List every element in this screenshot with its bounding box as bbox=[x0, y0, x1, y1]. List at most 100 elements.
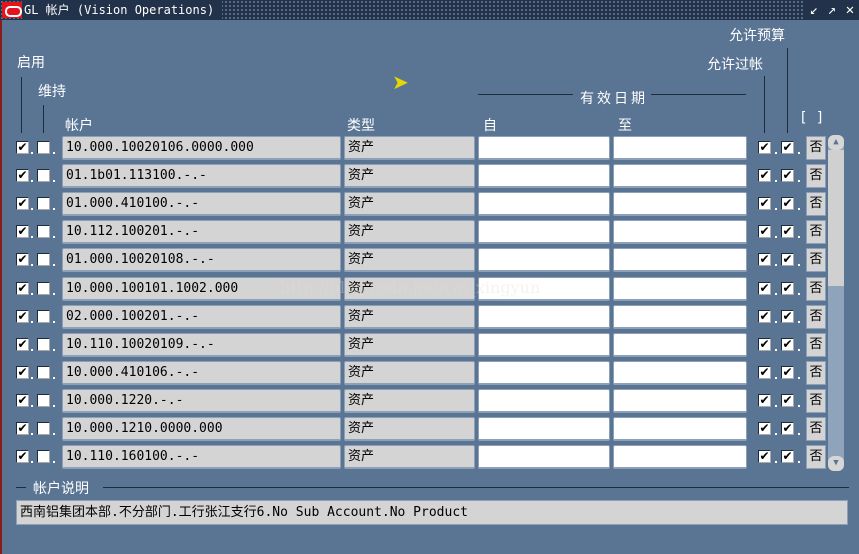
account-field[interactable]: 10.112.100201.-.- bbox=[62, 220, 341, 245]
to-date-field[interactable] bbox=[613, 388, 747, 413]
allow-budget-checkbox[interactable]: ✔ bbox=[781, 281, 794, 295]
enabled-checkbox[interactable]: ✔ bbox=[16, 450, 29, 464]
flag-button[interactable]: 否 bbox=[806, 192, 826, 217]
vertical-scrollbar[interactable]: ▲ ▼ bbox=[828, 135, 844, 471]
enabled-checkbox[interactable]: ✔ bbox=[16, 197, 29, 211]
account-field[interactable]: 01.000.10020108.-.- bbox=[62, 248, 341, 273]
allow-budget-checkbox[interactable]: ✔ bbox=[781, 253, 794, 267]
type-field[interactable]: 资产 bbox=[344, 220, 475, 245]
from-date-field[interactable] bbox=[478, 388, 610, 413]
type-field[interactable]: 资产 bbox=[344, 332, 475, 357]
scroll-down-icon[interactable]: ▼ bbox=[828, 456, 844, 471]
flag-button[interactable]: 否 bbox=[806, 164, 826, 189]
maintain-checkbox[interactable] bbox=[37, 197, 50, 211]
allow-posting-checkbox[interactable]: ✔ bbox=[758, 365, 771, 379]
type-field[interactable]: 资产 bbox=[344, 136, 475, 160]
enabled-checkbox[interactable]: ✔ bbox=[16, 225, 29, 239]
close-icon[interactable]: ✕ bbox=[841, 0, 859, 20]
type-field[interactable]: 资产 bbox=[344, 417, 475, 441]
allow-posting-checkbox[interactable]: ✔ bbox=[758, 141, 771, 154]
maintain-checkbox[interactable] bbox=[37, 365, 50, 379]
to-date-field[interactable] bbox=[613, 192, 747, 217]
account-field[interactable]: 10.000.1210.0000.000 bbox=[62, 417, 341, 441]
type-field[interactable]: 资产 bbox=[344, 388, 475, 413]
type-field[interactable]: 资产 bbox=[344, 360, 475, 385]
enabled-checkbox[interactable]: ✔ bbox=[16, 309, 29, 323]
allow-budget-checkbox[interactable]: ✔ bbox=[781, 309, 794, 323]
type-field[interactable]: 资产 bbox=[344, 304, 475, 329]
flag-button[interactable]: 否 bbox=[806, 360, 826, 385]
from-date-field[interactable] bbox=[478, 332, 610, 357]
allow-posting-checkbox[interactable]: ✔ bbox=[758, 393, 771, 407]
allow-budget-checkbox[interactable]: ✔ bbox=[781, 422, 794, 435]
maintain-checkbox[interactable] bbox=[37, 281, 50, 295]
enabled-checkbox[interactable]: ✔ bbox=[16, 365, 29, 379]
to-date-field[interactable] bbox=[613, 164, 747, 189]
account-field[interactable]: 02.000.100201.-.- bbox=[62, 304, 341, 329]
from-date-field[interactable] bbox=[478, 445, 610, 470]
from-date-field[interactable] bbox=[478, 164, 610, 189]
account-field[interactable]: 01.000.410100.-.- bbox=[62, 192, 341, 217]
from-date-field[interactable] bbox=[478, 248, 610, 273]
allow-budget-checkbox[interactable]: ✔ bbox=[781, 337, 794, 351]
title-bar[interactable]: GL 帐户 (Vision Operations) ↙ ↗ ✕ bbox=[0, 0, 859, 20]
account-field[interactable]: 10.000.410106.-.- bbox=[62, 360, 341, 385]
to-date-field[interactable] bbox=[613, 248, 747, 273]
maintain-checkbox[interactable] bbox=[37, 253, 50, 267]
allow-posting-checkbox[interactable]: ✔ bbox=[758, 422, 771, 435]
enabled-checkbox[interactable]: ✔ bbox=[16, 393, 29, 407]
enabled-checkbox[interactable]: ✔ bbox=[16, 141, 29, 154]
allow-budget-checkbox[interactable]: ✔ bbox=[781, 197, 794, 211]
from-date-field[interactable] bbox=[478, 304, 610, 329]
from-date-field[interactable] bbox=[478, 360, 610, 385]
enabled-checkbox[interactable]: ✔ bbox=[16, 169, 29, 183]
from-date-field[interactable] bbox=[478, 136, 610, 160]
flag-button[interactable]: 否 bbox=[806, 248, 826, 273]
to-date-field[interactable] bbox=[613, 417, 747, 441]
maintain-checkbox[interactable] bbox=[37, 450, 50, 464]
type-field[interactable]: 资产 bbox=[344, 248, 475, 273]
scroll-thumb[interactable] bbox=[828, 150, 844, 286]
maintain-checkbox[interactable] bbox=[37, 309, 50, 323]
to-date-field[interactable] bbox=[613, 276, 747, 301]
from-date-field[interactable] bbox=[478, 192, 610, 217]
allow-posting-checkbox[interactable]: ✔ bbox=[758, 450, 771, 464]
maintain-checkbox[interactable] bbox=[37, 141, 50, 154]
allow-posting-checkbox[interactable]: ✔ bbox=[758, 169, 771, 183]
allow-posting-checkbox[interactable]: ✔ bbox=[758, 281, 771, 295]
enabled-checkbox[interactable]: ✔ bbox=[16, 281, 29, 295]
allow-posting-checkbox[interactable]: ✔ bbox=[758, 197, 771, 211]
account-field[interactable]: 01.1b01.113100.-.- bbox=[62, 164, 341, 189]
scroll-up-icon[interactable]: ▲ bbox=[828, 135, 844, 150]
restore-icon[interactable]: ↗ bbox=[823, 0, 841, 20]
account-field[interactable]: 10.110.10020109.-.- bbox=[62, 332, 341, 357]
to-date-field[interactable] bbox=[613, 220, 747, 245]
maintain-checkbox[interactable] bbox=[37, 337, 50, 351]
type-field[interactable]: 资产 bbox=[344, 445, 475, 470]
allow-budget-checkbox[interactable]: ✔ bbox=[781, 393, 794, 407]
maintain-checkbox[interactable] bbox=[37, 422, 50, 435]
account-field[interactable]: 10.000.10020106.0000.000 bbox=[62, 136, 341, 160]
flag-button[interactable]: 否 bbox=[806, 417, 826, 441]
allow-budget-checkbox[interactable]: ✔ bbox=[781, 450, 794, 464]
allow-budget-checkbox[interactable]: ✔ bbox=[781, 365, 794, 379]
account-field[interactable]: 10.000.1220.-.- bbox=[62, 388, 341, 413]
enabled-checkbox[interactable]: ✔ bbox=[16, 337, 29, 351]
maintain-checkbox[interactable] bbox=[37, 393, 50, 407]
to-date-field[interactable] bbox=[613, 304, 747, 329]
flag-button[interactable]: 否 bbox=[806, 304, 826, 329]
to-date-field[interactable] bbox=[613, 136, 747, 160]
flag-button[interactable]: 否 bbox=[806, 136, 826, 160]
allow-budget-checkbox[interactable]: ✔ bbox=[781, 225, 794, 239]
description-field[interactable]: 西南铝集团本部.不分部门.工行张江支行6.No Sub Account.No P… bbox=[16, 500, 848, 525]
to-date-field[interactable] bbox=[613, 445, 747, 470]
enabled-checkbox[interactable]: ✔ bbox=[16, 253, 29, 267]
from-date-field[interactable] bbox=[478, 417, 610, 441]
account-field[interactable]: 10.110.160100.-.- bbox=[62, 445, 341, 470]
type-field[interactable]: 资产 bbox=[344, 164, 475, 189]
flag-button[interactable]: 否 bbox=[806, 445, 826, 470]
allow-budget-checkbox[interactable]: ✔ bbox=[781, 141, 794, 154]
allow-budget-checkbox[interactable]: ✔ bbox=[781, 169, 794, 183]
flag-button[interactable]: 否 bbox=[806, 332, 826, 357]
type-field[interactable]: 资产 bbox=[344, 192, 475, 217]
